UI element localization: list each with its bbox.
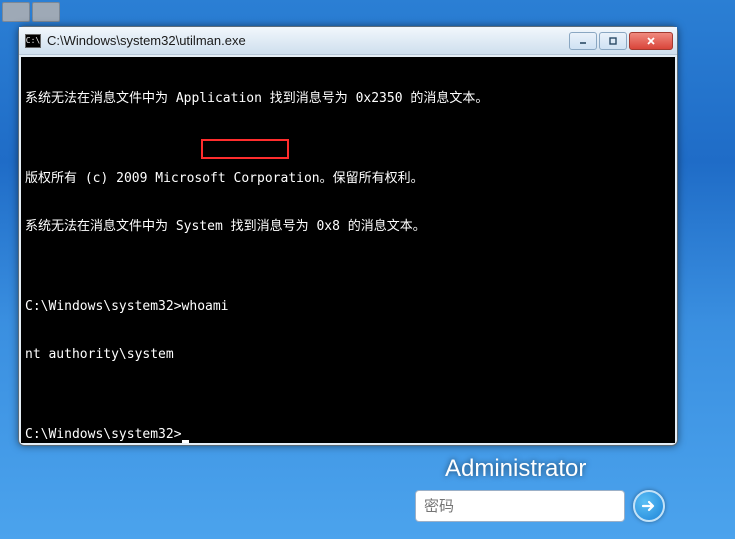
user-name-label: Administrator: [445, 455, 586, 483]
prompt-prefix: C:\Windows\system32>: [25, 299, 182, 314]
titlebar[interactable]: C:\ C:\Windows\system32\utilman.exe: [19, 27, 677, 55]
close-button[interactable]: [629, 32, 673, 50]
console-output[interactable]: 系统无法在消息文件中为 Application 找到消息号为 0x2350 的消…: [21, 57, 675, 443]
prompt-prefix: C:\Windows\system32>: [25, 427, 182, 442]
console-prompt-line: C:\Windows\system32>whoami: [25, 299, 671, 315]
cmd-icon: C:\: [25, 34, 41, 48]
small-tab-2[interactable]: [32, 2, 60, 22]
submit-button[interactable]: [633, 490, 665, 522]
arrow-right-icon: [640, 497, 658, 515]
maximize-button[interactable]: [599, 32, 627, 50]
console-prompt-line: C:\Windows\system32>: [25, 427, 671, 443]
small-tab-1[interactable]: [2, 2, 30, 22]
console-line: 系统无法在消息文件中为 Application 找到消息号为 0x2350 的消…: [25, 91, 671, 107]
minimize-button[interactable]: [569, 32, 597, 50]
console-line: 系统无法在消息文件中为 System 找到消息号为 0x8 的消息文本。: [25, 219, 671, 235]
password-input[interactable]: [415, 490, 625, 522]
cursor: [182, 440, 189, 443]
window-controls: [569, 32, 673, 50]
top-left-tabs: [2, 2, 60, 22]
login-row: [415, 490, 665, 522]
highlight-box: [201, 139, 289, 159]
console-line: 版权所有 (c) 2009 Microsoft Corporation。保留所有…: [25, 171, 671, 187]
typed-command: whoami: [182, 299, 229, 314]
console-result: nt authority\system: [25, 347, 671, 363]
cmd-window: C:\ C:\Windows\system32\utilman.exe 系统无法…: [18, 26, 678, 446]
window-title: C:\Windows\system32\utilman.exe: [47, 33, 569, 48]
